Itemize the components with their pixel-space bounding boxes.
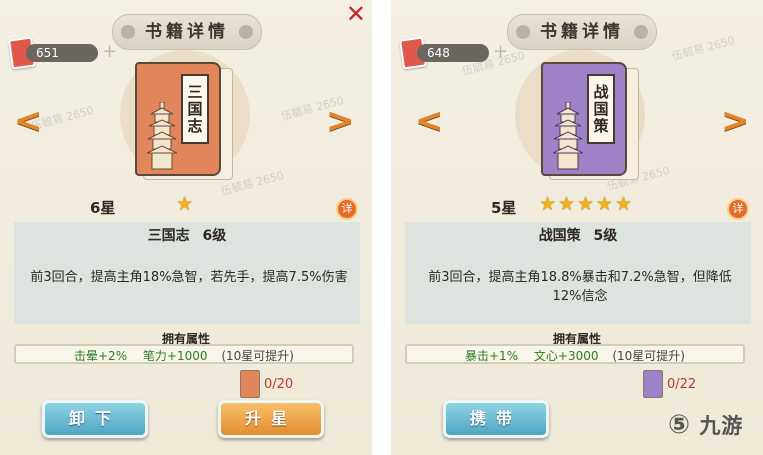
book-cover: 战国策 <box>541 62 627 176</box>
star-icon: ★ <box>558 193 576 215</box>
pagoda-icon <box>553 102 583 170</box>
star-rank-label: 6星 <box>90 199 116 217</box>
book-info-box: 三国志 6级 前3回合，提高主角18%急智，若先手，提高7.5%伤害 <box>14 222 360 324</box>
attributes-bar: 击晕+2% 笔力+1000 (10星可提升) <box>14 344 354 364</box>
panel-title: 书籍详情 <box>507 14 657 50</box>
logo-icon: ⑤ <box>668 410 692 440</box>
upgrade-star-button[interactable]: 升星 <box>218 400 324 438</box>
next-book-arrow-icon[interactable]: > <box>721 104 750 138</box>
title-ornament-icon <box>634 25 648 39</box>
book-detail-panel-left: 伍毓易 2650 伍毓易 2650 伍毓易 2650 书籍详情 ✕ 651 + … <box>0 0 372 455</box>
carry-button[interactable]: 携带 <box>443 400 549 438</box>
title-ornament-icon <box>121 25 135 39</box>
star-icon: ★ <box>539 193 557 215</box>
book-description: 前3回合，提高主角18.8%暴击和7.2%急智，但降低12%信念 <box>428 270 732 304</box>
book-detail-panel-right: 伍毓易 2650 伍毓易 2650 伍毓易 2650 书籍详情 648 + < … <box>391 0 763 455</box>
star-rating: ★ <box>176 193 194 215</box>
panel-title: 书籍详情 <box>112 14 262 50</box>
site-logo: ⑤ 九游 <box>668 410 744 440</box>
star-icon: ★ <box>176 193 194 215</box>
attribute-1: 击晕+2% <box>74 349 128 363</box>
detail-badge-button[interactable]: 详 <box>336 198 358 220</box>
star-rating: ★ ★ ★ ★ ★ <box>539 193 633 215</box>
title-ornament-icon <box>239 25 253 39</box>
book-description: 前3回合，提高主角18%急智，若先手，提高7.5%伤害 <box>30 270 348 285</box>
book-title-label: 战国策 <box>587 74 615 144</box>
book-fragment-icon <box>643 370 663 398</box>
add-currency-icon[interactable]: + <box>493 41 508 62</box>
close-icon[interactable]: ✕ <box>346 2 366 26</box>
next-book-arrow-icon[interactable]: > <box>326 104 355 138</box>
star-rank-label: 5星 <box>491 199 517 217</box>
book-info-box: 战国策 5级 前3回合，提高主角18.8%暴击和7.2%急智，但降低12%信念 <box>405 222 751 324</box>
attribute-2: 文心+3000 <box>533 349 599 363</box>
fragment-count: 0/22 <box>667 377 697 392</box>
currency-amount: 651 <box>26 44 98 62</box>
attribute-note: (10星可提升) <box>612 349 685 363</box>
previous-book-arrow-icon[interactable]: < <box>14 104 43 138</box>
previous-book-arrow-icon[interactable]: < <box>415 104 444 138</box>
attribute-1: 暴击+1% <box>465 349 519 363</box>
attributes-bar: 暴击+1% 文心+3000 (10星可提升) <box>405 344 745 364</box>
book-title-label: 三国志 <box>181 74 209 144</box>
fragment-count: 0/20 <box>264 377 294 392</box>
book-level-title: 三国志 6级 <box>147 228 227 244</box>
unequip-button[interactable]: 卸下 <box>42 400 148 438</box>
pagoda-icon <box>147 102 177 170</box>
book-level-title: 战国策 5级 <box>538 228 618 244</box>
title-ornament-icon <box>516 25 530 39</box>
watermark: 伍毓易 2650 <box>670 33 737 64</box>
currency-amount: 648 <box>417 44 489 62</box>
book-cover: 三国志 <box>135 62 221 176</box>
book-image: 三国志 <box>135 62 233 180</box>
star-icon: ★ <box>596 193 614 215</box>
attribute-2: 笔力+1000 <box>142 349 208 363</box>
star-icon: ★ <box>577 193 595 215</box>
attribute-note: (10星可提升) <box>221 349 294 363</box>
star-icon: ★ <box>615 193 633 215</box>
book-image: 战国策 <box>541 62 639 180</box>
book-fragment-icon <box>240 370 260 398</box>
detail-badge-button[interactable]: 详 <box>727 198 749 220</box>
add-currency-icon[interactable]: + <box>102 41 117 62</box>
